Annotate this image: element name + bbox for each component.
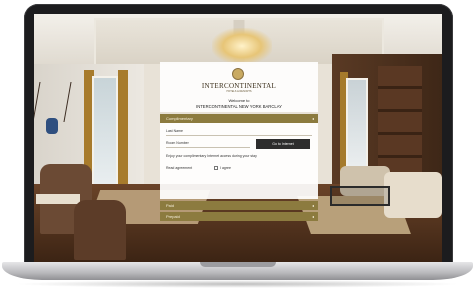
sofa [384,172,442,218]
room-number-field[interactable]: Room Number [166,139,250,148]
laptop-screen: INTERCONTINENTAL HOTELS & RESORTS Welcom… [34,14,442,262]
read-agreement-link[interactable]: Read agreement [166,164,312,172]
tab-paid-label: Paid [166,203,175,208]
laptop-notch [200,262,276,267]
side-table [36,194,80,204]
agree-checkbox[interactable] [214,166,218,170]
coffee-table [330,186,390,206]
brand-name: INTERCONTINENTAL [201,82,277,90]
chevron-icon: ◂ [311,214,314,219]
agree-label: I agree [220,166,231,170]
tab-paid[interactable]: Paid ◂ [160,201,318,210]
tab-complimentary[interactable]: Complimentary ◂ [160,114,318,123]
laptop-shadow [14,280,461,288]
hotel-name: INTERCONTINENTAL NEW YORK BARCLAY [196,104,282,109]
window-right [346,78,368,178]
laptop-mockup: INTERCONTINENTAL HOTELS & RESORTS Welcom… [0,0,475,292]
tab-prepaid[interactable]: Prepaid ◂ [160,212,318,221]
complimentary-form: Last Name Room Number Go to Internet Enj… [160,123,318,199]
curtain-left-2 [118,70,128,190]
window-left [92,76,118,186]
go-to-internet-button[interactable]: Go to Internet [256,139,310,149]
tab-prepaid-label: Prepaid [166,214,180,219]
chandelier [212,28,272,64]
portal-header: INTERCONTINENTAL HOTELS & RESORTS Welcom… [160,62,318,112]
bookshelf [378,66,422,176]
intercontinental-logo-icon [232,68,244,80]
brand-subtitle: HOTELS & RESORTS [226,90,252,93]
info-text: Enjoy your complimentary Internet access… [166,154,257,158]
welcome-text: Welcome to [228,98,250,103]
chevron-icon: ◂ [311,203,314,208]
armchair-front [74,200,126,260]
last-name-field[interactable]: Last Name [166,127,312,136]
chevron-icon: ◂ [311,116,314,121]
tab-complimentary-label: Complimentary [166,116,193,121]
vase [46,118,58,134]
login-portal: INTERCONTINENTAL HOTELS & RESORTS Welcom… [160,62,318,222]
